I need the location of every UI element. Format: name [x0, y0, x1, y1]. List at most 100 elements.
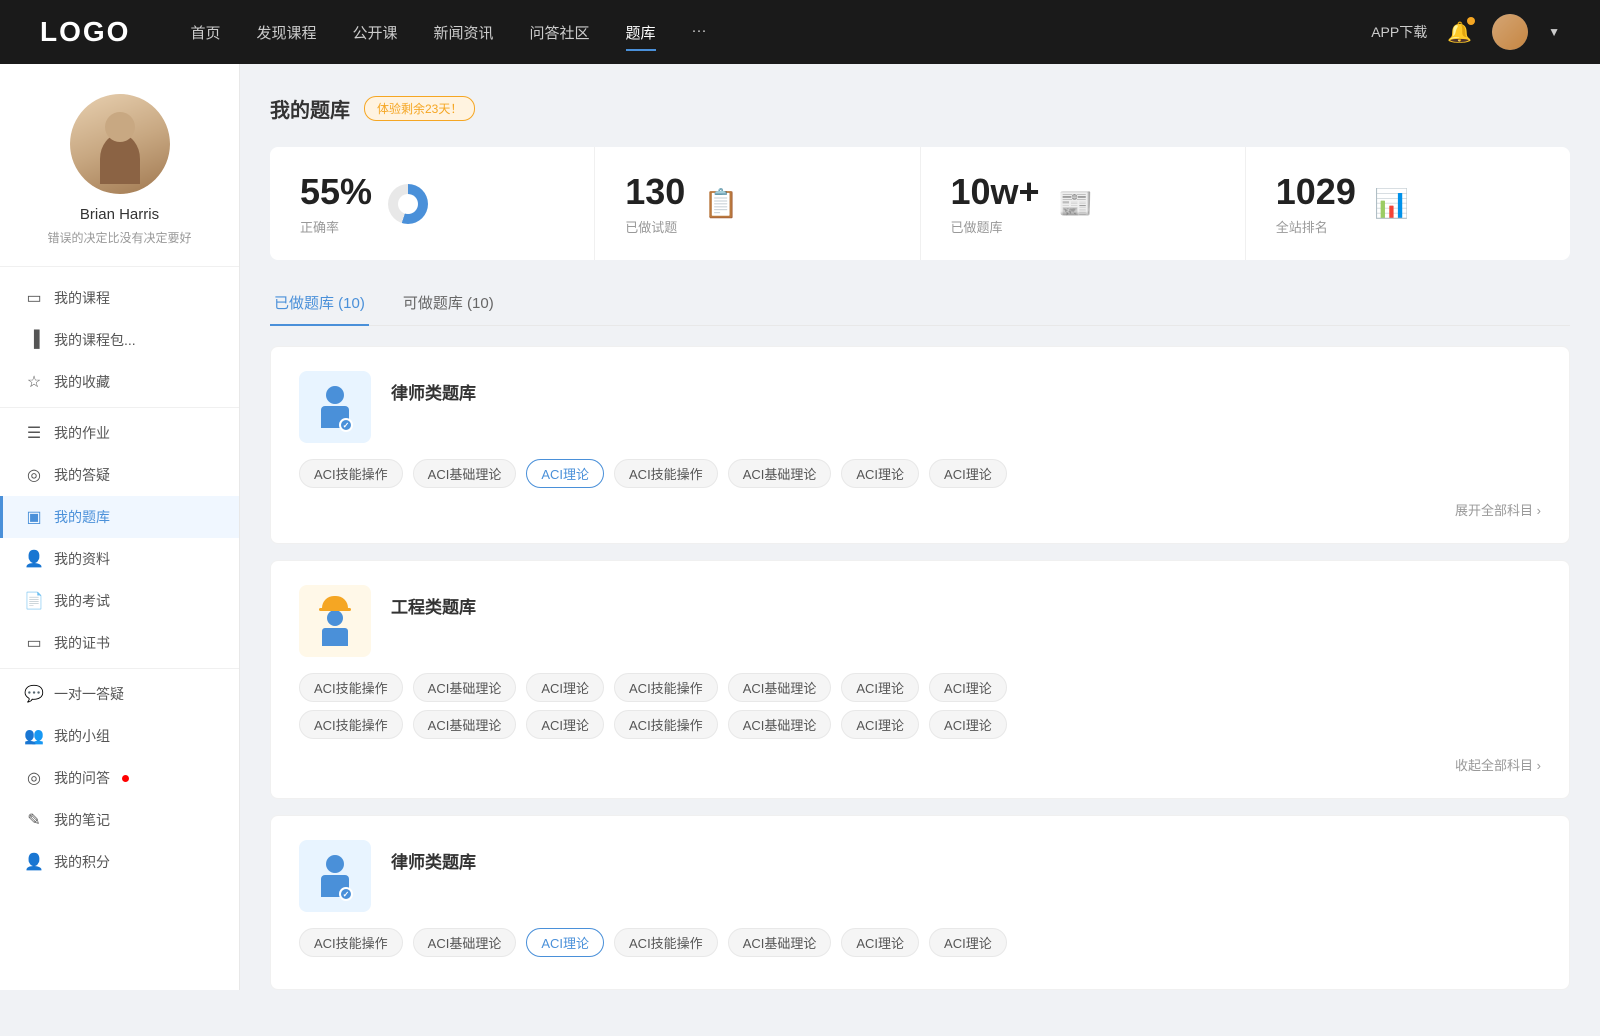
sidebar-item-one-on-one[interactable]: 💬 一对一答疑: [0, 673, 239, 715]
avatar[interactable]: [1492, 14, 1528, 50]
sidebar-label: 我的问答: [54, 768, 110, 788]
sidebar-item-my-data[interactable]: 👤 我的资料: [0, 538, 239, 580]
tag[interactable]: ACI基础理论: [413, 710, 517, 739]
packages-icon: ▐: [24, 331, 44, 349]
tag[interactable]: ACI理论: [929, 673, 1007, 702]
expand-button[interactable]: 展开全部科目 ›: [299, 496, 1541, 519]
main-content: 我的题库 体验剩余23天！ 55% 正确率 130 已做试题: [240, 64, 1600, 1036]
tag[interactable]: ACI理论: [841, 928, 919, 957]
tag[interactable]: ACI基础理论: [728, 710, 832, 739]
tag-active-3[interactable]: ACI理论: [526, 928, 604, 957]
sidebar-item-course-packages[interactable]: ▐ 我的课程包...: [0, 319, 239, 361]
profile-motto: 错误的决定比没有决定要好: [47, 229, 191, 246]
qbank-icon-lawyer-2: ✓: [299, 840, 371, 912]
sidebar-item-my-exam[interactable]: 📄 我的考试: [0, 580, 239, 622]
sidebar-item-favorites[interactable]: ☆ 我的收藏: [0, 361, 239, 403]
sidebar-item-certificate[interactable]: ▭ 我的证书: [0, 622, 239, 664]
stat-rank-number: 1029: [1276, 171, 1356, 213]
profile-name: Brian Harris: [80, 206, 159, 223]
question-badge: [122, 775, 129, 782]
nav-link-qa[interactable]: 问答社区: [530, 18, 590, 47]
tag[interactable]: ACI理论: [526, 710, 604, 739]
page-header: 我的题库 体验剩余23天！: [270, 94, 1570, 123]
tag[interactable]: ACI理论: [929, 928, 1007, 957]
stat-banks-number: 10w+: [951, 171, 1040, 213]
tabs-row: 已做题库 (10) 可做题库 (10): [270, 284, 1570, 326]
stat-banks-label: 已做题库: [951, 217, 1040, 236]
lawyer-head: [326, 386, 344, 404]
tab-done[interactable]: 已做题库 (10): [270, 284, 369, 325]
tag[interactable]: ACI技能操作: [299, 673, 403, 702]
sidebar-item-homework[interactable]: ☰ 我的作业: [0, 412, 239, 454]
lawyer-badge-2: ✓: [339, 887, 353, 901]
sidebar-label: 我的课程包...: [54, 330, 136, 350]
tag[interactable]: ACI理论: [841, 673, 919, 702]
lawyer-body-2: ✓: [321, 875, 349, 897]
lawyer-body: ✓: [321, 406, 349, 428]
tag[interactable]: ACI技能操作: [299, 928, 403, 957]
bell-button[interactable]: 🔔: [1447, 20, 1472, 45]
banks-icon: 📰: [1056, 184, 1096, 224]
engineer-head: [327, 610, 343, 626]
tag[interactable]: ACI技能操作: [614, 459, 718, 488]
sidebar-item-my-qa[interactable]: ◎ 我的答疑: [0, 454, 239, 496]
nav-link-home[interactable]: 首页: [190, 18, 220, 47]
pie-chart: [388, 184, 428, 224]
logo[interactable]: LOGO: [40, 16, 130, 48]
tag[interactable]: ACI技能操作: [614, 710, 718, 739]
app-download-button[interactable]: APP下载: [1371, 22, 1427, 42]
sidebar-item-questions[interactable]: ◎ 我的问答: [0, 757, 239, 799]
tag[interactable]: ACI理论: [929, 710, 1007, 739]
navbar: LOGO 首页 发现课程 公开课 新闻资讯 问答社区 题库 ··· APP下载 …: [0, 0, 1600, 64]
qbank-card-lawyer-2: ✓ 律师类题库 ACI技能操作 ACI基础理论 ACI理论 ACI技能操作 AC…: [270, 815, 1570, 990]
cert-icon: ▭: [24, 633, 44, 653]
nav-link-open[interactable]: 公开课: [352, 18, 397, 47]
stat-rank-label: 全站排名: [1276, 217, 1356, 236]
tab-available[interactable]: 可做题库 (10): [399, 284, 498, 325]
tag[interactable]: ACI技能操作: [299, 459, 403, 488]
tag[interactable]: ACI基础理论: [728, 673, 832, 702]
tag[interactable]: ACI理论: [841, 710, 919, 739]
star-icon: ☆: [24, 372, 44, 392]
sidebar-item-qbank[interactable]: ▣ 我的题库: [0, 496, 239, 538]
avatar-image: [1492, 14, 1528, 50]
tag[interactable]: ACI理论: [929, 459, 1007, 488]
sidebar-label: 我的题库: [54, 507, 110, 527]
tag[interactable]: ACI基础理论: [413, 928, 517, 957]
nav-link-courses[interactable]: 发现课程: [256, 18, 316, 47]
tag[interactable]: ACI技能操作: [614, 673, 718, 702]
tag[interactable]: ACI基础理论: [728, 928, 832, 957]
sidebar-item-points[interactable]: 👤 我的积分: [0, 841, 239, 883]
tag[interactable]: ACI理论: [841, 459, 919, 488]
exam-icon: 📄: [24, 591, 44, 611]
tag[interactable]: ACI基础理论: [413, 673, 517, 702]
chevron-down-icon[interactable]: ▼: [1548, 25, 1560, 39]
stat-questions-label: 已做试题: [625, 217, 685, 236]
tag[interactable]: ACI理论: [526, 673, 604, 702]
qbank-card-engineer: 工程类题库 ACI技能操作 ACI基础理论 ACI理论 ACI技能操作 ACI基…: [270, 560, 1570, 799]
tag[interactable]: ACI技能操作: [614, 928, 718, 957]
nav-link-qbank[interactable]: 题库: [626, 18, 656, 47]
nav-link-more[interactable]: ···: [692, 18, 707, 47]
tag[interactable]: ACI基础理论: [413, 459, 517, 488]
tag[interactable]: ACI基础理论: [728, 459, 832, 488]
tags-row: ACI技能操作 ACI基础理论 ACI理论 ACI技能操作 ACI基础理论 AC…: [299, 459, 1541, 488]
sidebar-item-notes[interactable]: ✎ 我的笔记: [0, 799, 239, 841]
trial-badge: 体验剩余23天！: [364, 96, 475, 121]
homework-icon: ☰: [24, 423, 44, 443]
sidebar-divider: [0, 407, 239, 408]
sidebar-item-my-courses[interactable]: ▭ 我的课程: [0, 277, 239, 319]
sidebar-label: 我的笔记: [54, 810, 110, 830]
tag-active[interactable]: ACI理论: [526, 459, 604, 488]
tag[interactable]: ACI技能操作: [299, 710, 403, 739]
stat-accuracy: 55% 正确率: [270, 147, 595, 260]
collapse-button[interactable]: 收起全部科目 ›: [299, 747, 1541, 774]
stats-row: 55% 正确率 130 已做试题 📋 10w+ 已做题库: [270, 147, 1570, 260]
points-icon: 👤: [24, 852, 44, 872]
tags-row-1: ACI技能操作 ACI基础理论 ACI理论 ACI技能操作 ACI基础理论 AC…: [299, 673, 1541, 702]
sidebar-item-groups[interactable]: 👥 我的小组: [0, 715, 239, 757]
nav-links: 首页 发现课程 公开课 新闻资讯 问答社区 题库 ···: [190, 18, 1371, 47]
sidebar-label: 我的资料: [54, 549, 110, 569]
nav-link-news[interactable]: 新闻资讯: [434, 18, 494, 47]
qbank-name: 工程类题库: [391, 585, 476, 618]
